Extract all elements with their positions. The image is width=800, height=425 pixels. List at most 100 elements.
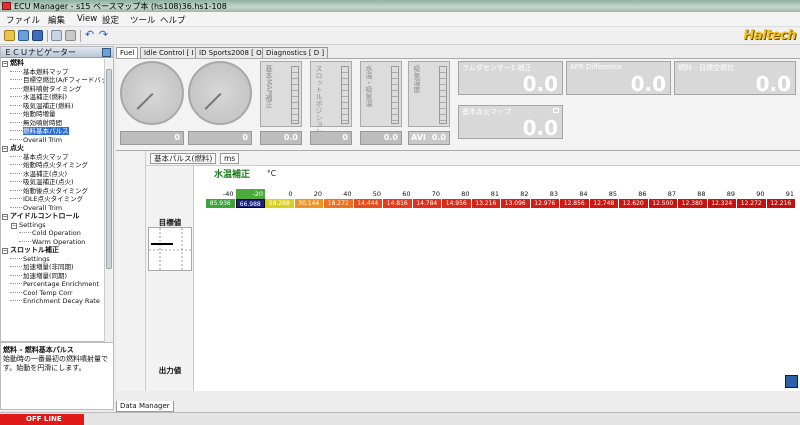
- column-header[interactable]: 85: [590, 189, 620, 199]
- collapse-icon[interactable]: −: [2, 146, 8, 152]
- map-cell[interactable]: 58.288: [265, 199, 295, 208]
- map-cell[interactable]: 12.272: [737, 199, 767, 208]
- nav-item[interactable]: − 点火: [1, 144, 105, 153]
- column-header[interactable]: 40: [324, 189, 354, 199]
- menu-settings[interactable]: 設定: [102, 14, 119, 26]
- column-header[interactable]: 20: [295, 189, 325, 199]
- menu-file[interactable]: ファイル: [6, 14, 40, 26]
- open-icon[interactable]: [4, 30, 15, 41]
- column-header[interactable]: -40: [206, 189, 236, 199]
- nav-item[interactable]: 始動後点火タイミング: [1, 187, 105, 196]
- scroll-thumb[interactable]: [106, 69, 112, 269]
- menu-view[interactable]: View: [77, 14, 97, 24]
- nav-item[interactable]: Enrichment Decay Rate: [1, 297, 105, 306]
- collapse-icon[interactable]: −: [2, 214, 8, 220]
- map-cell[interactable]: 13.216: [471, 199, 501, 208]
- nav-item-label: 燃料基本パルス: [23, 127, 69, 135]
- nav-item[interactable]: Settings: [1, 255, 105, 264]
- print-icon[interactable]: [65, 30, 76, 41]
- nav-item[interactable]: 基本燃料マップ: [1, 68, 105, 77]
- nav-item[interactable]: 目標空燃比(A/Fフィードバック): [1, 76, 105, 85]
- nav-item[interactable]: Overall Trim: [1, 204, 105, 213]
- close-icon[interactable]: [102, 48, 111, 57]
- nav-item[interactable]: − スロットル補正: [1, 246, 105, 255]
- column-header[interactable]: 83: [531, 189, 561, 199]
- nav-item[interactable]: 加速増量(非同期): [1, 263, 105, 272]
- menu-edit[interactable]: 編集: [48, 14, 65, 26]
- column-header[interactable]: 0: [265, 189, 295, 199]
- map-cell[interactable]: 12.380: [678, 199, 708, 208]
- nav-item[interactable]: − Settings: [1, 221, 105, 230]
- map-cell[interactable]: 14.816: [383, 199, 413, 208]
- column-header[interactable]: 81: [472, 189, 502, 199]
- navigator-scrollbar[interactable]: [104, 59, 113, 342]
- map-cell[interactable]: 12.748: [589, 199, 619, 208]
- column-header[interactable]: 80: [442, 189, 472, 199]
- collapse-icon[interactable]: −: [2, 61, 8, 67]
- tree-connector: [10, 172, 22, 174]
- map-cell[interactable]: 18.272: [324, 199, 354, 208]
- undo-icon[interactable]: ↶: [84, 29, 95, 41]
- display-box-label: AFR Difference: [570, 63, 622, 71]
- nav-item[interactable]: 燃料基本パルス: [1, 127, 105, 136]
- nav-item[interactable]: Overall Trim: [1, 136, 105, 145]
- map-cell[interactable]: 12.324: [707, 199, 737, 208]
- column-header[interactable]: 87: [649, 189, 679, 199]
- nav-item[interactable]: 水温補正(点火): [1, 170, 105, 179]
- nav-item[interactable]: 基本点火マップ: [1, 153, 105, 162]
- column-header[interactable]: -20: [235, 189, 265, 199]
- map-cell[interactable]: 30.144: [294, 199, 324, 208]
- disk-icon[interactable]: [32, 30, 43, 41]
- tab-diagnostics[interactable]: Diagnostics [ D ]: [262, 47, 329, 58]
- map-cell[interactable]: 12.976: [530, 199, 560, 208]
- column-header[interactable]: 60: [383, 189, 413, 199]
- map-subtab-unit[interactable]: ms: [220, 153, 240, 164]
- nav-item[interactable]: 吸気温補正(点火): [1, 178, 105, 187]
- column-header[interactable]: 91: [767, 189, 797, 199]
- collapse-icon[interactable]: −: [11, 222, 17, 229]
- nav-item[interactable]: 燃料噴射タイミング: [1, 85, 105, 94]
- nav-item[interactable]: 無効噴射時間: [1, 119, 105, 128]
- copy-icon[interactable]: [51, 30, 62, 41]
- collapse-icon[interactable]: −: [2, 248, 8, 254]
- column-header[interactable]: 89: [708, 189, 738, 199]
- nav-item[interactable]: − 燃料: [1, 59, 105, 68]
- column-header[interactable]: 90: [737, 189, 767, 199]
- save-icon[interactable]: [18, 30, 29, 41]
- nav-item[interactable]: Cool Temp Corr: [1, 289, 105, 298]
- nav-item[interactable]: Cold Operation: [1, 229, 105, 238]
- map-subtab-pulse[interactable]: 基本パルス(燃料): [150, 153, 217, 164]
- nav-item[interactable]: 吸気温補正(燃料): [1, 102, 105, 111]
- column-header[interactable]: 70: [413, 189, 443, 199]
- nav-item[interactable]: 始動時増量: [1, 110, 105, 119]
- nav-item[interactable]: Warm Operation: [1, 238, 105, 247]
- redo-icon[interactable]: ↷: [98, 29, 109, 41]
- tool-icon[interactable]: [785, 375, 798, 388]
- nav-item[interactable]: 加速増量(同期): [1, 272, 105, 281]
- map-cell[interactable]: 85.936: [206, 199, 236, 208]
- column-header[interactable]: 86: [619, 189, 649, 199]
- column-header[interactable]: 88: [678, 189, 708, 199]
- nav-item[interactable]: 水温補正(燃料): [1, 93, 105, 102]
- map-cell[interactable]: 14.444: [353, 199, 383, 208]
- map-cell[interactable]: 12.216: [766, 199, 796, 208]
- nav-item[interactable]: 始動時点火タイミング: [1, 161, 105, 170]
- map-cell[interactable]: 12.500: [648, 199, 678, 208]
- tab-data-manager[interactable]: Data Manager: [116, 401, 174, 412]
- menu-help[interactable]: ヘルプ: [160, 14, 186, 26]
- tab-idle-control[interactable]: Idle Control [ I ]: [140, 47, 203, 58]
- map-cell[interactable]: 66.988: [235, 199, 265, 208]
- nav-item[interactable]: IDLE点火タイミング: [1, 195, 105, 204]
- tab-id-sports[interactable]: ID Sports2008 [ O ]: [195, 47, 271, 58]
- nav-item[interactable]: Percentage Enrichment: [1, 280, 105, 289]
- map-cell[interactable]: 12.856: [560, 199, 590, 208]
- nav-item[interactable]: − アイドルコントロール: [1, 212, 105, 221]
- map-cell[interactable]: 13.096: [501, 199, 531, 208]
- column-header[interactable]: 84: [560, 189, 590, 199]
- map-cell[interactable]: 14.784: [412, 199, 442, 208]
- map-cell[interactable]: 14.956: [442, 199, 472, 208]
- menu-tools[interactable]: ツール: [130, 14, 156, 26]
- column-header[interactable]: 82: [501, 189, 531, 199]
- map-cell[interactable]: 12.620: [619, 199, 649, 208]
- column-header[interactable]: 50: [354, 189, 384, 199]
